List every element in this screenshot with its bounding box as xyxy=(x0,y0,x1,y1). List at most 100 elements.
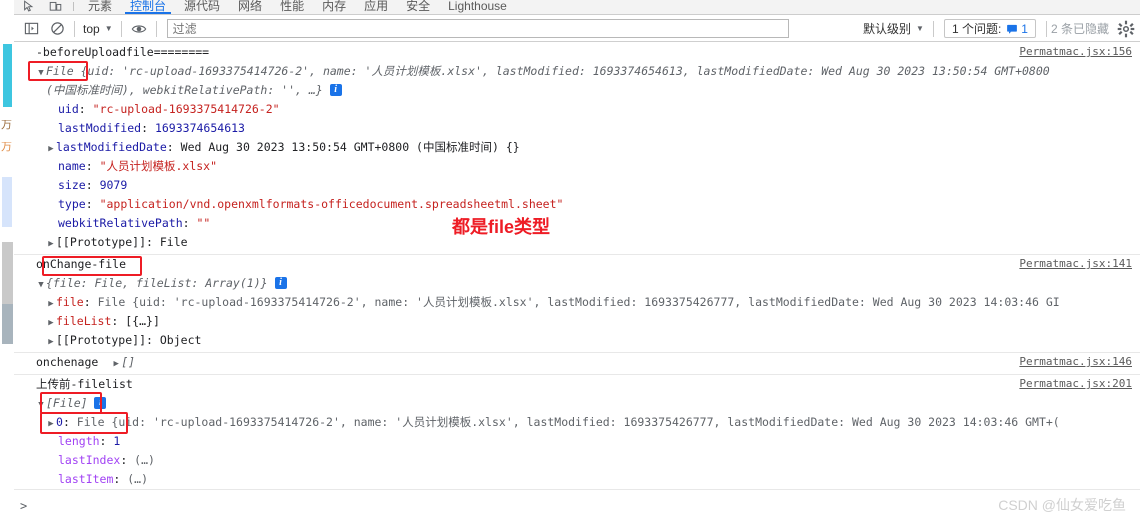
log-level-label: 默认级别 xyxy=(863,22,912,36)
expand-toggle[interactable] xyxy=(36,276,46,293)
object-prototype[interactable]: [[Prototype]]: Object xyxy=(14,331,1140,350)
info-badge-icon[interactable]: i xyxy=(274,276,287,289)
object-summary-row[interactable]: File {uid: 'rc-upload-1693375414726-2', … xyxy=(14,62,1140,81)
object-property: uid: "rc-upload-1693375414726-2" xyxy=(58,102,280,116)
expand-toggle[interactable] xyxy=(46,235,56,252)
object-property[interactable]: fileList: [{…}] xyxy=(14,312,1140,331)
log-header: onchenage [] xyxy=(14,353,1140,372)
property-value: "rc-upload-1693375414726-2" xyxy=(92,102,280,116)
device-toolbar-glyph xyxy=(49,1,61,11)
console-filter-input[interactable] xyxy=(166,19,789,38)
object-summary-text-line2: (中国标准时间), webkitRelativePath: '', …} xyxy=(46,83,323,97)
clear-console-icon[interactable] xyxy=(44,17,70,41)
property-key: name xyxy=(58,159,86,173)
tab-network[interactable]: 网络 xyxy=(229,0,271,14)
page-text-fragment-1: 万 xyxy=(1,120,12,131)
expand-toggle[interactable] xyxy=(111,355,121,372)
tab-application[interactable]: 应用 xyxy=(355,0,397,14)
object-property[interactable]: file: File {uid: 'rc-upload-169337541472… xyxy=(14,293,1140,312)
tab-console[interactable]: 控制台 xyxy=(121,0,175,14)
expand-toggle[interactable] xyxy=(36,64,46,81)
array-summary-row[interactable]: [File] i xyxy=(14,394,1140,413)
expand-toggle[interactable] xyxy=(46,140,56,157)
property-value: 1 xyxy=(113,434,121,448)
issues-label: 1 个问题: xyxy=(951,22,1002,36)
chevron-down-icon: ▼ xyxy=(104,24,113,33)
live-expression-eye-icon[interactable] xyxy=(126,17,152,41)
log-header: 上传前-filelist xyxy=(14,375,1140,394)
object-property: webkitRelativePath: "" xyxy=(58,216,211,230)
issues-badge: 1 xyxy=(1006,22,1028,36)
property-value: 9079 xyxy=(99,178,128,192)
property-value: "人员计划模板.xlsx" xyxy=(99,159,218,173)
log-header: onChange-file xyxy=(14,255,1140,274)
expand-toggle[interactable] xyxy=(36,396,46,413)
page-scrollbar-remnant xyxy=(2,242,13,304)
expand-toggle[interactable] xyxy=(46,415,56,432)
log-header-text: -beforeUploadfile======== xyxy=(36,45,210,59)
console-toolbar: top ▼ 默认级别 ▼ 1 个问题: xyxy=(14,16,1140,42)
expand-toggle[interactable] xyxy=(46,295,56,312)
property-key: size xyxy=(58,178,86,192)
log-header-text: onchenage xyxy=(36,355,99,369)
property-key: lastIndex xyxy=(58,453,121,467)
info-badge-icon[interactable]: i xyxy=(329,83,342,96)
object-property[interactable]: lastModifiedDate: Wed Aug 30 2023 13:50:… xyxy=(14,138,1140,157)
property-value: Object xyxy=(159,333,202,347)
page-cyan-block xyxy=(3,44,12,107)
annotation-text: 都是file类型 xyxy=(452,217,551,237)
inspect-element-icon[interactable] xyxy=(16,0,42,14)
property-key: lastModifiedDate xyxy=(56,140,167,154)
console-message-list[interactable]: Permatmac.jsx:156 -beforeUploadfile=====… xyxy=(14,43,1140,489)
property-key: lastModified xyxy=(58,121,142,135)
tab-performance[interactable]: 性能 xyxy=(271,0,313,14)
device-toolbar-icon[interactable] xyxy=(42,0,68,14)
execution-context-select[interactable]: top ▼ xyxy=(79,19,117,39)
tab-security[interactable]: 安全 xyxy=(397,0,439,14)
tab-lighthouse[interactable]: Lighthouse xyxy=(439,0,516,14)
object-summary-text: {file: File, fileList: Array(1)} xyxy=(46,276,268,290)
issues-button[interactable]: 1 个问题: 1 xyxy=(943,19,1036,38)
object-summary-row[interactable]: {file: File, fileList: Array(1)} i xyxy=(14,274,1140,293)
expand-toggle[interactable] xyxy=(46,314,56,331)
console-prompt[interactable]: > xyxy=(14,489,1140,521)
tab-elements[interactable]: 元素 xyxy=(79,0,121,14)
log-header-text: 上传前-filelist xyxy=(36,377,133,391)
property-value: "application/vnd.openxmlformats-officedo… xyxy=(99,197,564,211)
log-header-text: onChange-file xyxy=(36,257,127,271)
inspect-cursor-glyph xyxy=(23,0,33,12)
object-constructor-name: File xyxy=(46,64,74,78)
console-toolbar-right: 默认级别 ▼ 1 个问题: 1 2 条已隐藏 xyxy=(858,19,1140,39)
object-summary-text: {uid: 'rc-upload-1693375414726-2', name:… xyxy=(73,64,1050,78)
property-value[interactable]: (…) xyxy=(127,472,148,486)
array-item[interactable]: 0: File {uid: 'rc-upload-1693375414726-2… xyxy=(14,413,1140,432)
property-key: lastItem xyxy=(58,472,114,486)
tabstrip-left-controls xyxy=(14,0,79,14)
toolbar-divider-1 xyxy=(74,20,75,37)
object-prototype[interactable]: [[Prototype]]: File xyxy=(14,233,1140,252)
property-key: 0 xyxy=(56,415,63,429)
toolbar-divider-3 xyxy=(155,20,157,37)
object-property: length: 1 xyxy=(58,434,121,448)
log-level-select[interactable]: 默认级别 ▼ xyxy=(858,19,929,39)
console-sidebar-icon[interactable] xyxy=(18,17,44,41)
toolbar-divider-4 xyxy=(932,20,934,37)
page-text-fragment-2: 万 xyxy=(1,142,12,153)
tab-memory[interactable]: 内存 xyxy=(313,0,355,14)
tab-sources[interactable]: 源代码 xyxy=(175,0,229,14)
devtools-panel: 元素 控制台 源代码 网络 性能 内存 应用 安全 Lighthouse top… xyxy=(14,0,1140,521)
property-value[interactable]: (…) xyxy=(134,453,155,467)
expand-toggle[interactable] xyxy=(46,333,56,350)
array-summary-text: [File] xyxy=(46,396,88,410)
property-value: [{…}] xyxy=(125,314,160,328)
gear-icon[interactable] xyxy=(1117,20,1135,38)
property-value: File {uid: 'rc-upload-1693375414726-2', … xyxy=(76,415,1060,429)
property-key: uid xyxy=(58,102,79,116)
devtools-tabstrip: 元素 控制台 源代码 网络 性能 内存 应用 安全 Lighthouse xyxy=(14,0,1140,15)
issues-count: 1 xyxy=(1021,21,1028,36)
underlying-page-sliver: 万 万 xyxy=(0,32,14,521)
info-badge-icon[interactable]: i xyxy=(94,396,107,409)
console-message: Permatmac.jsx:146 onchenage [] xyxy=(14,353,1140,375)
prompt-arrow-icon: > xyxy=(20,498,28,513)
property-value: File {uid: 'rc-upload-1693375414726-2', … xyxy=(97,295,1060,309)
